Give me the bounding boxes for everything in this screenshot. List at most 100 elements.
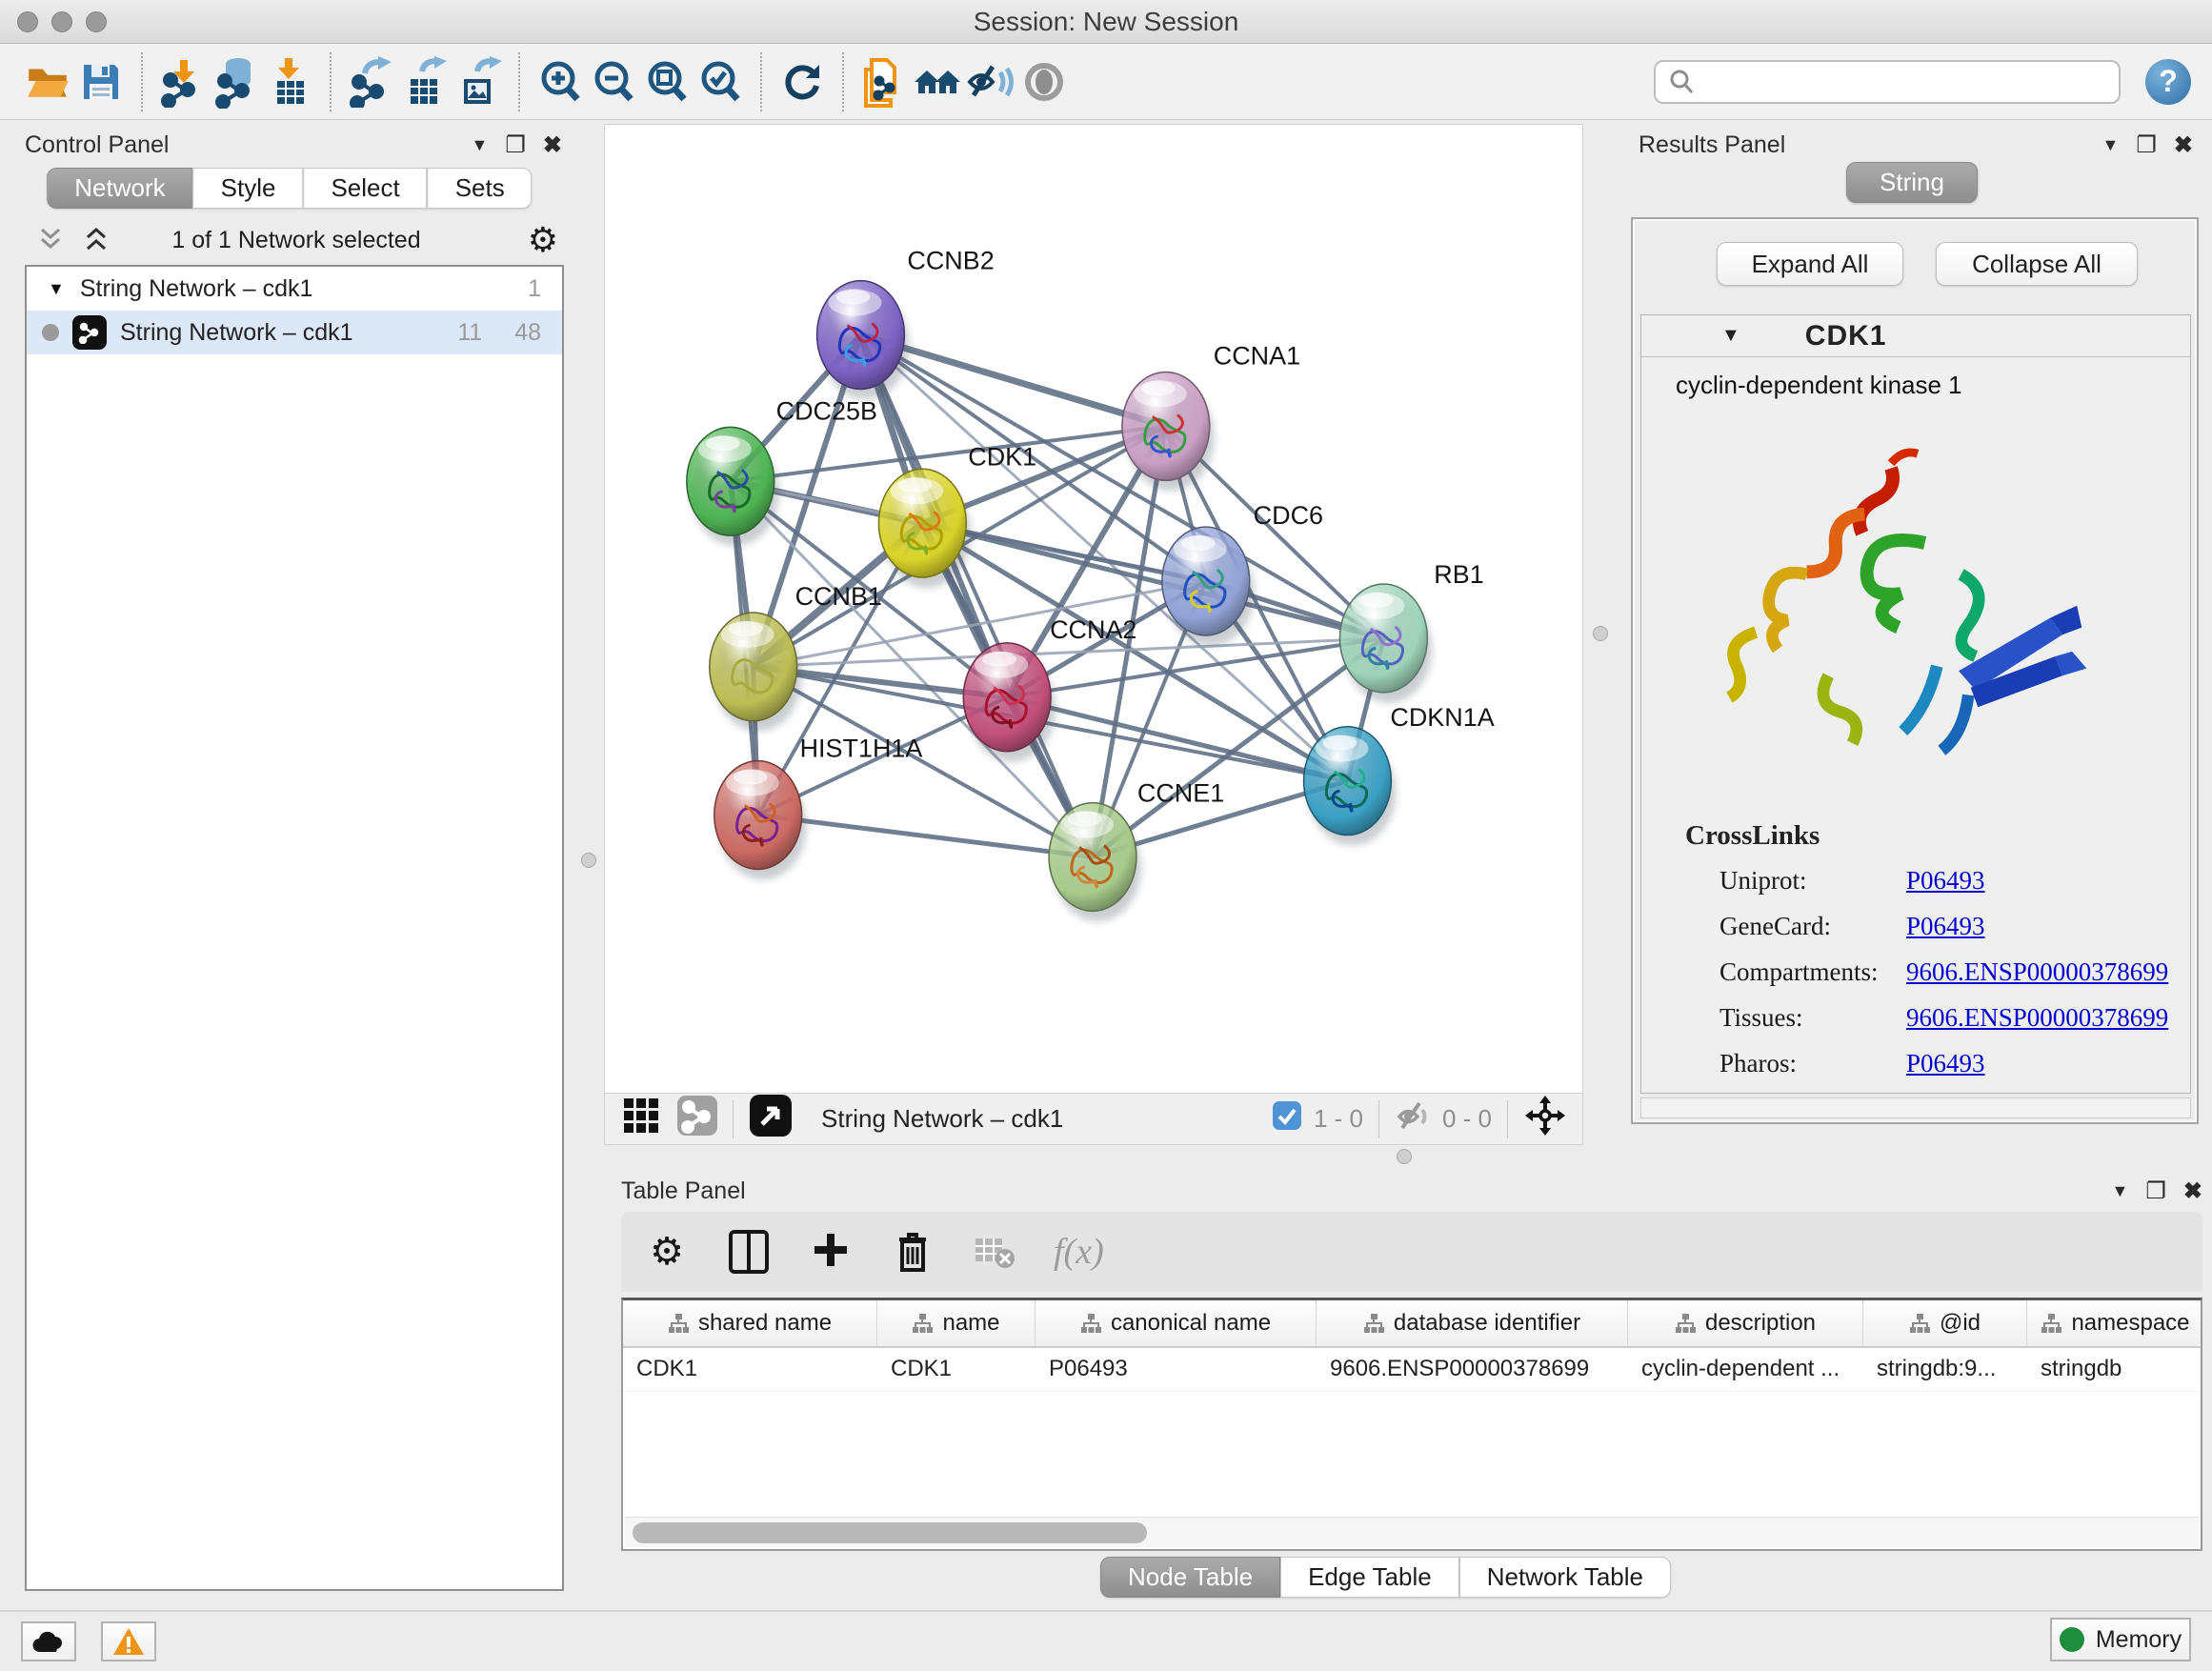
export-table-button[interactable] — [398, 53, 452, 111]
table-cell[interactable]: 9606.ENSP00000378699 — [1317, 1348, 1628, 1391]
column-header-shared-name[interactable]: shared name — [623, 1300, 877, 1346]
zoom-selected-button[interactable] — [694, 53, 747, 111]
import-table-button[interactable] — [263, 53, 316, 111]
scrollbar-thumb[interactable] — [633, 1522, 1147, 1543]
warning-icon — [112, 1627, 145, 1656]
toolbar-divider — [733, 1100, 734, 1138]
hidden-eye-icon[interactable] — [1395, 1097, 1433, 1141]
maximize-panel-icon[interactable]: ❐ — [505, 131, 526, 159]
table-row[interactable]: CDK1CDK1P064939606.ENSP00000378699cyclin… — [623, 1348, 2201, 1392]
network-badge-gray-icon[interactable] — [677, 1096, 717, 1142]
table-horizontal-scrollbar[interactable] — [625, 1517, 2199, 1547]
zoom-fit-button[interactable] — [640, 53, 694, 111]
tab-network[interactable]: Network — [47, 168, 192, 209]
warnings-button[interactable] — [101, 1621, 156, 1661]
maximize-panel-icon[interactable]: ❐ — [2136, 131, 2157, 159]
table-cell[interactable]: stringdb:9... — [1863, 1348, 2027, 1391]
save-session-button[interactable] — [74, 53, 128, 111]
network-label: String Network – cdk1 — [120, 319, 353, 347]
collapse-card-icon[interactable]: ▼ — [1721, 325, 1740, 347]
table-cell[interactable]: P06493 — [1036, 1348, 1317, 1391]
network-edge-HIST1H1A-CCNE1[interactable] — [758, 815, 1093, 857]
network-node-label: CCNB2 — [907, 247, 994, 275]
right-splitter-handle[interactable] — [1593, 626, 1608, 641]
table-cell[interactable]: CDK1 — [877, 1348, 1036, 1391]
left-splitter-handle[interactable] — [581, 853, 596, 868]
close-panel-icon[interactable]: ✖ — [543, 131, 562, 159]
results-scrollbar[interactable] — [1640, 1097, 2191, 1118]
network-node-CDKN1A[interactable]: CDKN1A — [1304, 703, 1495, 846]
export-network-button[interactable] — [345, 53, 398, 111]
birdseye-view-icon[interactable] — [749, 1094, 793, 1144]
grid-view-icon[interactable] — [622, 1097, 660, 1141]
tab-edge-table[interactable]: Edge Table — [1280, 1557, 1459, 1598]
zoom-selected-icon — [695, 57, 745, 107]
open-session-button[interactable] — [21, 53, 74, 111]
network-node-RB1[interactable]: RB1 — [1339, 560, 1483, 703]
column-header-namespace[interactable]: namespace — [2027, 1300, 2202, 1346]
import-network-from-database-button[interactable] — [210, 53, 263, 111]
float-panel-icon[interactable]: ▼ — [2112, 1181, 2129, 1201]
table-cell[interactable]: CDK1 — [623, 1348, 877, 1391]
network-node-CCNE1[interactable]: CCNE1 — [1049, 779, 1224, 922]
delete-table-icon[interactable] — [972, 1229, 1017, 1275]
network-row[interactable]: String Network – cdk1 1148 — [27, 311, 562, 354]
close-panel-icon[interactable]: ✖ — [2174, 131, 2193, 159]
crosslink-link[interactable]: P06493 — [1906, 1049, 1985, 1078]
column-header-database-identifier[interactable]: database identifier — [1317, 1300, 1628, 1346]
collapse-all-button[interactable]: Collapse All — [1936, 242, 2138, 286]
session-homes-icon[interactable] — [911, 53, 964, 111]
network-edge-CCNB2-CCNE1[interactable] — [860, 335, 1093, 857]
expand-all-button[interactable]: Expand All — [1717, 242, 1903, 286]
maximize-panel-icon[interactable]: ❐ — [2145, 1178, 2166, 1205]
tab-sets[interactable]: Sets — [428, 168, 533, 209]
crosslink-link[interactable]: 9606.ENSP00000378699 — [1906, 1003, 2168, 1033]
show-columns-icon[interactable] — [726, 1229, 772, 1275]
selected-checkbox-icon[interactable] — [1272, 1100, 1302, 1137]
column-header-name[interactable]: name — [877, 1300, 1036, 1346]
hide-unselected-button[interactable] — [964, 53, 1017, 111]
table-options-gear-icon[interactable]: ⚙ — [644, 1229, 690, 1275]
network-canvas[interactable]: CCNB2CCNA1CDC25BCDK1CDC6RB1CCNB1CCNA2CDK… — [604, 124, 1583, 1094]
network-status-dot — [42, 324, 59, 341]
crosslink-link[interactable]: P06493 — [1906, 866, 1985, 896]
tab-select[interactable]: Select — [303, 168, 427, 209]
collapse-tree-icon[interactable]: ▼ — [48, 279, 65, 299]
clone-network-button[interactable] — [857, 53, 911, 111]
help-button[interactable]: ? — [2145, 59, 2191, 105]
network-node-HIST1H1A[interactable]: HIST1H1A — [714, 735, 923, 880]
import-network-button[interactable] — [156, 53, 210, 111]
tab-style[interactable]: Style — [193, 168, 304, 209]
tab-string[interactable]: String — [1846, 162, 1978, 203]
column-header-@id[interactable]: @id — [1863, 1300, 2027, 1346]
zoom-in-button[interactable] — [533, 53, 587, 111]
crosslink-link[interactable]: 9606.ENSP00000378699 — [1906, 957, 2168, 987]
cloud-button[interactable] — [21, 1621, 76, 1661]
node-card-header[interactable]: ▼ CDK1 — [1641, 315, 2190, 357]
network-node-CCNB1[interactable]: CCNB1 — [710, 582, 882, 732]
float-panel-icon[interactable]: ▼ — [472, 135, 489, 155]
network-options-gear-icon[interactable]: ⚙ — [528, 221, 558, 260]
crosslink-link[interactable]: P06493 — [1906, 912, 1985, 941]
column-header-canonical-name[interactable]: canonical name — [1036, 1300, 1317, 1346]
float-panel-icon[interactable]: ▼ — [2102, 135, 2120, 155]
table-cell[interactable]: cyclin-dependent ... — [1628, 1348, 1863, 1391]
tab-network-table[interactable]: Network Table — [1459, 1557, 1671, 1598]
crosshair-icon[interactable] — [1523, 1094, 1567, 1144]
horizontal-splitter-handle[interactable] — [1397, 1149, 1412, 1164]
function-builder-button[interactable]: f(x) — [1054, 1231, 1104, 1273]
zoom-out-button[interactable] — [587, 53, 640, 111]
memory-button[interactable]: Memory — [2050, 1618, 2191, 1661]
close-panel-icon[interactable]: ✖ — [2183, 1178, 2202, 1205]
column-header-description[interactable]: description — [1628, 1300, 1863, 1346]
tab-node-table[interactable]: Node Table — [1100, 1557, 1280, 1598]
export-image-button[interactable] — [452, 53, 505, 111]
network-collection-row[interactable]: ▼ String Network – cdk1 1 — [27, 267, 562, 311]
table-cell[interactable]: stringdb — [2027, 1348, 2202, 1391]
add-column-icon[interactable] — [808, 1229, 854, 1275]
highlight-button[interactable] — [1017, 53, 1071, 111]
delete-column-icon[interactable] — [890, 1229, 935, 1275]
search-input[interactable] — [1654, 60, 2121, 104]
apply-style-button[interactable] — [775, 53, 829, 111]
toolbar-separator — [518, 52, 520, 111]
